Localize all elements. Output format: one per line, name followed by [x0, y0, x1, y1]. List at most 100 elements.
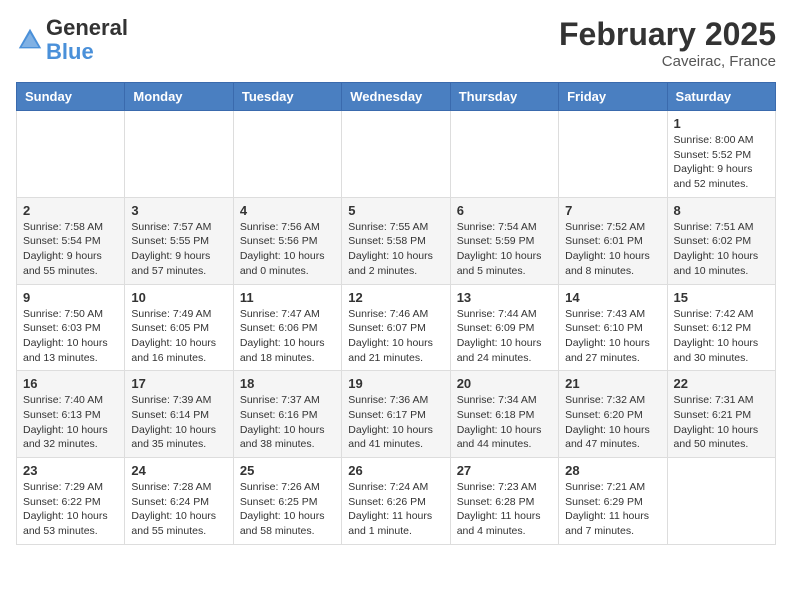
day-info: Daylight: 9 hours and 52 minutes. [674, 162, 769, 191]
day-info: Sunset: 5:52 PM [674, 148, 769, 163]
day-info: Sunrise: 7:36 AM [348, 393, 443, 408]
day-info: Sunrise: 8:00 AM [674, 133, 769, 148]
day-number: 4 [240, 203, 335, 218]
calendar-cell: 14Sunrise: 7:43 AMSunset: 6:10 PMDayligh… [559, 284, 667, 371]
calendar-cell: 6 Sunrise: 7:54 AMSunset: 5:59 PMDaylight… [450, 197, 558, 284]
calendar-cell: 26Sunrise: 7:24 AMSunset: 6:26 PMDayligh… [342, 458, 450, 545]
day-header-thursday: Thursday [450, 83, 558, 111]
day-info: Sunrise: 7:34 AM [457, 393, 552, 408]
day-info: Sunrise: 7:57 AM [131, 220, 226, 235]
calendar-week-1: 1Sunrise: 8:00 AMSunset: 5:52 PMDaylight… [17, 111, 776, 198]
day-number: 11 [240, 290, 335, 305]
day-info: Sunset: 6:06 PM [240, 321, 335, 336]
day-number: 20 [457, 376, 552, 391]
calendar-cell: 9Sunrise: 7:50 AMSunset: 6:03 PMDaylight… [17, 284, 125, 371]
day-info: Sunset: 6:29 PM [565, 495, 660, 510]
day-info: Daylight: 9 hours and 57 minutes. [131, 249, 226, 278]
day-info: Sunset: 6:05 PM [131, 321, 226, 336]
day-info: Sunset: 5:59 PM [457, 234, 552, 249]
day-info: Sunset: 6:10 PM [565, 321, 660, 336]
calendar-week-2: 2Sunrise: 7:58 AMSunset: 5:54 PMDaylight… [17, 197, 776, 284]
calendar-table: SundayMondayTuesdayWednesdayThursdayFrid… [16, 82, 776, 545]
day-info: Sunrise: 7:26 AM [240, 480, 335, 495]
day-info: Daylight: 10 hours and 21 minutes. [348, 336, 443, 365]
day-info: Daylight: 10 hours and 53 minutes. [23, 509, 118, 538]
day-number: 6 [457, 203, 552, 218]
calendar-cell [559, 111, 667, 198]
calendar-cell [125, 111, 233, 198]
day-info: Daylight: 11 hours and 4 minutes. [457, 509, 552, 538]
day-number: 16 [23, 376, 118, 391]
day-info: Daylight: 9 hours and 55 minutes. [23, 249, 118, 278]
day-number: 21 [565, 376, 660, 391]
day-info: Daylight: 10 hours and 44 minutes. [457, 423, 552, 452]
day-number: 13 [457, 290, 552, 305]
day-info: Sunset: 6:02 PM [674, 234, 769, 249]
day-number: 19 [348, 376, 443, 391]
calendar-cell: 19 Sunrise: 7:36 AMSunset: 6:17 PMDayligh… [342, 371, 450, 458]
calendar-cell: 27Sunrise: 7:23 AMSunset: 6:28 PMDayligh… [450, 458, 558, 545]
day-header-monday: Monday [125, 83, 233, 111]
day-info: Sunrise: 7:23 AM [457, 480, 552, 495]
day-number: 23 [23, 463, 118, 478]
day-info: Daylight: 10 hours and 27 minutes. [565, 336, 660, 365]
day-info: Daylight: 10 hours and 35 minutes. [131, 423, 226, 452]
day-info: Sunrise: 7:24 AM [348, 480, 443, 495]
calendar-cell [17, 111, 125, 198]
day-info: Sunset: 6:03 PM [23, 321, 118, 336]
day-number: 17 [131, 376, 226, 391]
day-info: Sunset: 6:01 PM [565, 234, 660, 249]
calendar-cell: 25Sunrise: 7:26 AMSunset: 6:25 PMDayligh… [233, 458, 341, 545]
calendar-cell: 10Sunrise: 7:49 AMSunset: 6:05 PMDayligh… [125, 284, 233, 371]
day-info: Daylight: 10 hours and 38 minutes. [240, 423, 335, 452]
calendar-cell: 17Sunrise: 7:39 AMSunset: 6:14 PMDayligh… [125, 371, 233, 458]
day-number: 9 [23, 290, 118, 305]
day-header-saturday: Saturday [667, 83, 775, 111]
day-info: Sunset: 6:22 PM [23, 495, 118, 510]
day-info: Sunrise: 7:56 AM [240, 220, 335, 235]
day-number: 3 [131, 203, 226, 218]
calendar-week-5: 23Sunrise: 7:29 AMSunset: 6:22 PMDayligh… [17, 458, 776, 545]
day-info: Daylight: 10 hours and 58 minutes. [240, 509, 335, 538]
day-info: Sunrise: 7:44 AM [457, 307, 552, 322]
calendar-cell [450, 111, 558, 198]
day-number: 15 [674, 290, 769, 305]
day-info: Sunrise: 7:49 AM [131, 307, 226, 322]
day-info: Daylight: 10 hours and 2 minutes. [348, 249, 443, 278]
day-info: Sunset: 6:21 PM [674, 408, 769, 423]
day-info: Sunrise: 7:51 AM [674, 220, 769, 235]
calendar-cell: 13Sunrise: 7:44 AMSunset: 6:09 PMDayligh… [450, 284, 558, 371]
day-info: Sunset: 6:16 PM [240, 408, 335, 423]
logo-icon [16, 26, 44, 54]
day-info: Sunrise: 7:40 AM [23, 393, 118, 408]
day-info: Daylight: 10 hours and 5 minutes. [457, 249, 552, 278]
day-number: 5 [348, 203, 443, 218]
day-header-friday: Friday [559, 83, 667, 111]
calendar-cell [342, 111, 450, 198]
day-info: Sunrise: 7:28 AM [131, 480, 226, 495]
calendar-cell: 3Sunrise: 7:57 AMSunset: 5:55 PMDaylight… [125, 197, 233, 284]
month-title: February 2025 [559, 16, 776, 53]
day-info: Sunrise: 7:54 AM [457, 220, 552, 235]
day-info: Sunrise: 7:21 AM [565, 480, 660, 495]
day-info: Sunset: 6:17 PM [348, 408, 443, 423]
day-header-sunday: Sunday [17, 83, 125, 111]
day-info: Sunrise: 7:39 AM [131, 393, 226, 408]
calendar-cell: 7Sunrise: 7:52 AMSunset: 6:01 PMDaylight… [559, 197, 667, 284]
day-info: Sunrise: 7:46 AM [348, 307, 443, 322]
calendar-week-4: 16Sunrise: 7:40 AMSunset: 6:13 PMDayligh… [17, 371, 776, 458]
day-info: Sunset: 6:12 PM [674, 321, 769, 336]
day-number: 12 [348, 290, 443, 305]
day-info: Daylight: 10 hours and 0 minutes. [240, 249, 335, 278]
day-info: Daylight: 11 hours and 7 minutes. [565, 509, 660, 538]
calendar-week-3: 9Sunrise: 7:50 AMSunset: 6:03 PMDaylight… [17, 284, 776, 371]
day-number: 26 [348, 463, 443, 478]
day-number: 22 [674, 376, 769, 391]
day-info: Daylight: 10 hours and 16 minutes. [131, 336, 226, 365]
day-info: Daylight: 10 hours and 30 minutes. [674, 336, 769, 365]
day-info: Daylight: 10 hours and 41 minutes. [348, 423, 443, 452]
day-info: Daylight: 10 hours and 13 minutes. [23, 336, 118, 365]
calendar-cell: 15Sunrise: 7:42 AMSunset: 6:12 PMDayligh… [667, 284, 775, 371]
day-info: Sunrise: 7:32 AM [565, 393, 660, 408]
calendar-cell: 2Sunrise: 7:58 AMSunset: 5:54 PMDaylight… [17, 197, 125, 284]
